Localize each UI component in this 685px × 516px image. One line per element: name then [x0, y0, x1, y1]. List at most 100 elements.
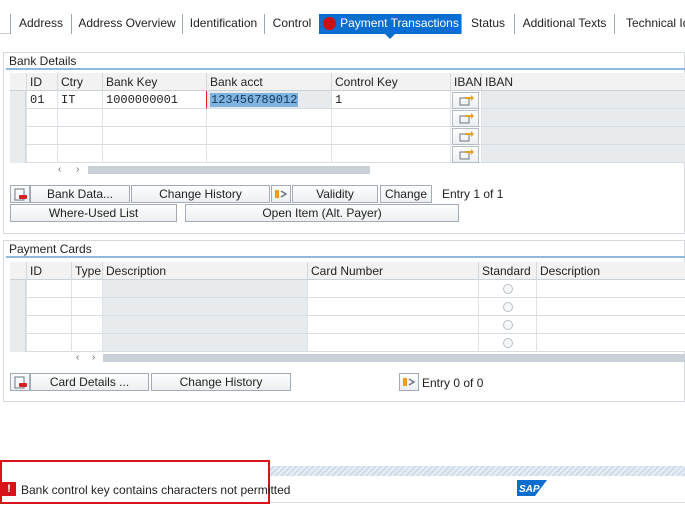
settings-button[interactable]: [271, 185, 291, 203]
col-description-2[interactable]: Description: [536, 262, 685, 280]
row-selector-column[interactable]: [10, 91, 26, 163]
table-cell: [481, 145, 685, 163]
tab-address-overview[interactable]: Address Overview: [71, 14, 182, 34]
table-cell[interactable]: IT: [57, 91, 102, 109]
group-divider: [6, 68, 685, 70]
scroll-left-icon[interactable]: ‹: [76, 353, 90, 363]
validity-button[interactable]: Validity: [292, 185, 378, 203]
table-cell[interactable]: [206, 145, 331, 163]
col-bank-key[interactable]: Bank Key: [102, 73, 206, 91]
settings-button[interactable]: [399, 373, 419, 391]
status-bar-pattern: [270, 466, 685, 476]
delete-row-icon: [14, 188, 27, 201]
change-button[interactable]: Change: [380, 185, 432, 203]
table-cell[interactable]: [57, 109, 102, 127]
table-cell[interactable]: [102, 109, 206, 127]
tab-payment-transactions[interactable]: Payment Transactions: [319, 14, 461, 34]
table-cell[interactable]: [26, 280, 71, 298]
row-selector-column[interactable]: [10, 280, 26, 352]
tab-additional-texts[interactable]: Additional Texts: [514, 14, 614, 34]
entry-counter: Entry 1 of 1: [442, 187, 504, 201]
iban-edit-icon: [459, 131, 474, 142]
where-used-list-button[interactable]: Where-Used List: [10, 204, 177, 222]
bank-data-button[interactable]: Bank Data...: [30, 185, 130, 203]
sap-logo: SAP: [517, 480, 547, 496]
error-dot-icon: [323, 17, 336, 30]
iban-edit-button[interactable]: [452, 146, 479, 163]
table-cell[interactable]: [307, 298, 478, 316]
standard-radio[interactable]: [503, 338, 513, 348]
table-cell[interactable]: [26, 109, 57, 127]
col-description[interactable]: Description: [102, 262, 307, 280]
tab-technical-identification[interactable]: Technical Ide: [614, 14, 685, 34]
table-cell: [102, 280, 307, 298]
iban-edit-button[interactable]: [452, 110, 479, 127]
table-cell[interactable]: [331, 145, 450, 163]
active-tab-indicator: [385, 34, 395, 39]
col-iban-button[interactable]: IBAN: [450, 73, 481, 91]
table-cell[interactable]: [26, 316, 71, 334]
table-cell[interactable]: [57, 145, 102, 163]
error-icon: !: [2, 482, 16, 496]
tab-status[interactable]: Status: [461, 14, 514, 34]
payment-cards-title: Payment Cards: [9, 242, 92, 256]
col-ctry[interactable]: Ctry: [57, 73, 102, 91]
card-change-history-button[interactable]: Change History: [151, 373, 291, 391]
standard-radio[interactable]: [503, 284, 513, 294]
table-cell[interactable]: 01: [26, 91, 57, 109]
table-cell[interactable]: [26, 127, 57, 145]
tab-address[interactable]: Address: [10, 14, 71, 34]
col-id[interactable]: ID: [26, 73, 57, 91]
table-cell[interactable]: [71, 316, 102, 334]
scroll-left-icon[interactable]: ‹: [58, 165, 72, 175]
table-cell[interactable]: [26, 334, 71, 352]
table-cell[interactable]: [102, 127, 206, 145]
card-details-button[interactable]: Card Details ...: [30, 373, 149, 391]
table-cell[interactable]: [331, 127, 450, 145]
iban-edit-button[interactable]: [452, 92, 479, 109]
col-id[interactable]: ID: [26, 262, 71, 280]
table-cell[interactable]: [57, 127, 102, 145]
table-cell[interactable]: [71, 280, 102, 298]
scrollbar-thumb[interactable]: [88, 166, 370, 174]
standard-radio[interactable]: [503, 302, 513, 312]
bank-acct-input[interactable]: 123456789012: [206, 91, 331, 109]
table-cell[interactable]: [307, 280, 478, 298]
col-card-number[interactable]: Card Number: [307, 262, 478, 280]
horizontal-scrollbar[interactable]: [88, 166, 370, 174]
table-cell[interactable]: [26, 298, 71, 316]
table-cell[interactable]: [102, 145, 206, 163]
iban-edit-icon: [459, 95, 474, 106]
table-cell[interactable]: 1000000001: [102, 91, 206, 109]
table-cell: [481, 109, 685, 127]
change-history-button[interactable]: Change History: [131, 185, 270, 203]
table-cell[interactable]: [206, 109, 331, 127]
col-control-key[interactable]: Control Key: [331, 73, 450, 91]
horizontal-scrollbar[interactable]: [103, 354, 685, 362]
col-standard[interactable]: Standard: [478, 262, 536, 280]
table-cell[interactable]: [206, 127, 331, 145]
table-cell[interactable]: [26, 145, 57, 163]
iban-edit-button[interactable]: [452, 128, 479, 145]
table-cell[interactable]: [71, 298, 102, 316]
table-cell[interactable]: [307, 316, 478, 334]
tab-control[interactable]: Control: [264, 14, 319, 34]
table-cell[interactable]: [331, 109, 450, 127]
table-header: ID Type Description Card Number Standard…: [10, 262, 685, 280]
table-cell[interactable]: [307, 334, 478, 352]
column-settings-icon: [275, 190, 288, 198]
table-cell[interactable]: 1: [331, 91, 450, 109]
standard-radio[interactable]: [503, 320, 513, 330]
col-type[interactable]: Type: [71, 262, 102, 280]
col-iban[interactable]: IBAN: [481, 73, 685, 91]
table-cell[interactable]: [71, 334, 102, 352]
scrollbar-thumb[interactable]: [103, 354, 685, 362]
col-bank-acct[interactable]: Bank acct: [206, 73, 331, 91]
delete-row-button[interactable]: [10, 185, 30, 203]
open-item-button[interactable]: Open Item (Alt. Payer): [185, 204, 459, 222]
delete-row-button[interactable]: [10, 373, 30, 391]
tab-identification[interactable]: Identification: [182, 14, 264, 34]
status-message[interactable]: ! Bank control key contains characters n…: [0, 460, 290, 504]
table-cell: [536, 298, 685, 316]
iban-edit-icon: [459, 113, 474, 124]
